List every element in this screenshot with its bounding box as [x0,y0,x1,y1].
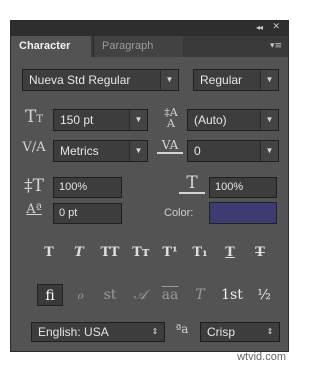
chevron-down-icon: ▼ [129,141,147,161]
tracking-icon: VA [157,138,183,154]
horizontal-scale-icon: T [179,174,205,194]
tab-paragraph[interactable]: Paragraph [93,36,183,57]
kerning-icon: V/A [22,140,46,155]
antialias-value: Crisp [207,325,236,339]
titling-alternates-button[interactable]: T [187,284,213,306]
swash-button[interactable]: 𝒜 [127,284,153,306]
fractions-button[interactable]: ½ [251,284,277,306]
ordinals-button[interactable]: 1st [217,284,247,306]
baseline-shift-field[interactable]: 0 pt [53,203,122,224]
character-panel: ◂◂ ✕ Character Paragraph ▾≡ Nueva Std Re… [10,20,289,352]
small-caps-button[interactable]: Tт [128,243,154,263]
font-family-dropdown[interactable]: Nueva Std Regular ▼ [22,69,179,91]
faux-bold-button[interactable]: T [38,243,60,263]
faux-italic-button[interactable]: T [68,243,90,263]
underline-button[interactable]: T [219,243,241,263]
leading-icon: ‡A A [164,106,178,130]
contextual-alternates-button[interactable]: ℴ [67,284,93,306]
leading-value: (Auto) [194,113,227,127]
font-style-value: Regular [200,73,243,87]
color-swatch[interactable] [209,202,277,224]
vertical-scale-field[interactable]: 100% [53,177,122,198]
tracking-value: 0 [194,144,201,158]
language-value: English: USA [38,325,109,339]
font-style-dropdown[interactable]: Regular ▼ [193,69,279,91]
chevron-down-icon: ▼ [160,70,178,90]
font-size-dropdown[interactable]: 150 pt ▼ [53,109,148,131]
font-size-icon: TT [24,107,43,127]
kerning-dropdown[interactable]: Metrics ▼ [53,140,148,162]
collapse-icon[interactable]: ◂◂ [256,23,263,32]
font-size-value: 150 pt [60,113,94,127]
horizontal-scale-field[interactable]: 100% [209,177,277,198]
strikethrough-button[interactable]: T [249,243,271,263]
color-label: Color: [164,207,194,219]
stylistic-alternates-button[interactable]: aa [157,284,183,306]
kerning-value: Metrics [60,144,99,158]
tab-bar: Character Paragraph ▾≡ [11,36,288,57]
baseline-shift-icon: Aª [26,202,42,217]
panel-menu-icon[interactable]: ▾≡ [270,41,282,51]
ligatures-button[interactable]: fi [37,284,63,306]
chevron-down-icon: ▼ [260,110,278,130]
font-family-value: Nueva Std Regular [29,73,131,87]
chevron-down-icon: ▼ [129,110,147,130]
antialias-dropdown[interactable]: Crisp ⇕ [200,322,280,342]
chevron-down-icon: ▼ [260,141,278,161]
vertical-scale-icon: ‡T [24,176,44,196]
tracking-dropdown[interactable]: 0 ▼ [187,140,279,162]
language-dropdown[interactable]: English: USA ⇕ [31,322,165,342]
chevron-updown-icon: ⇕ [266,327,274,336]
chevron-down-icon: ▼ [260,70,278,90]
tab-character[interactable]: Character [11,36,91,57]
antialias-icon: ªa [175,322,189,336]
subscript-button[interactable]: T₁ [189,243,211,263]
chevron-updown-icon: ⇕ [151,327,159,336]
superscript-button[interactable]: T¹ [159,243,181,263]
panel-titlebar: ◂◂ ✕ [11,21,288,36]
discretionary-ligatures-button[interactable]: st [97,284,123,306]
all-caps-button[interactable]: TT [96,243,124,263]
leading-dropdown[interactable]: (Auto) ▼ [187,109,279,131]
close-icon[interactable]: ✕ [272,22,280,32]
watermark: wtvid.com [237,351,286,363]
